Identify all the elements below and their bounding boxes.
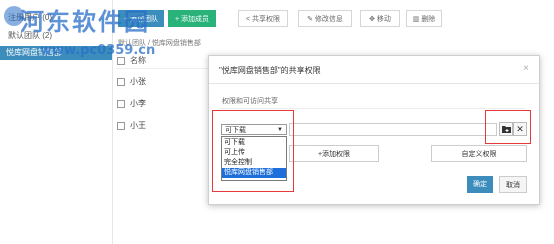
table-row[interactable]: 小张 [130, 76, 146, 87]
share-permission-label: 共享权限 [252, 16, 281, 23]
row-checkbox[interactable] [117, 100, 125, 108]
dialog-subtitle: 权限和可访问共享 [222, 98, 278, 105]
add-permission-button[interactable]: +添加权限 [289, 145, 379, 162]
edit-info-button[interactable]: ✎ 修改信息 [298, 10, 352, 27]
subtitle-divider [219, 108, 525, 109]
row-checkbox[interactable] [117, 78, 125, 86]
share-permission-button[interactable]: < 共享权限 [238, 10, 288, 27]
add-member-button[interactable]: + 添加成员 [168, 10, 216, 27]
table-row[interactable]: 小王 [130, 120, 146, 131]
row-checkbox[interactable] [117, 122, 125, 130]
select-all-checkbox[interactable] [117, 57, 125, 65]
delete-button[interactable]: ▥ 删除 [406, 10, 442, 27]
dialog-title: "悦库网盘销售部"的共享权限 [219, 66, 321, 75]
watermark-logo-text: 河东软件园 [20, 8, 150, 36]
permission-target-field[interactable] [289, 123, 497, 136]
watermark-url: www.pc0359.cn [40, 43, 156, 58]
custom-permission-button[interactable]: 自定义权限 [431, 145, 527, 162]
move-icon: ✥ [369, 16, 377, 23]
header-divider [116, 68, 208, 69]
delete-label: 删除 [421, 16, 436, 23]
watermark-logo-icon [4, 6, 24, 26]
cancel-button[interactable]: 取消 [499, 176, 527, 193]
table-row[interactable]: 小李 [130, 98, 146, 109]
highlight-box-dropdown [212, 110, 294, 192]
edit-icon: ✎ [307, 16, 315, 23]
move-button[interactable]: ✥ 移动 [360, 10, 400, 27]
close-icon[interactable]: × [523, 63, 529, 74]
highlight-box-icons [485, 110, 531, 144]
dialog-divider [209, 83, 539, 84]
trash-icon: ▥ [412, 16, 422, 23]
edit-info-label: 修改信息 [314, 16, 343, 23]
confirm-button[interactable]: 确定 [467, 176, 493, 193]
move-label: 移动 [376, 16, 391, 23]
